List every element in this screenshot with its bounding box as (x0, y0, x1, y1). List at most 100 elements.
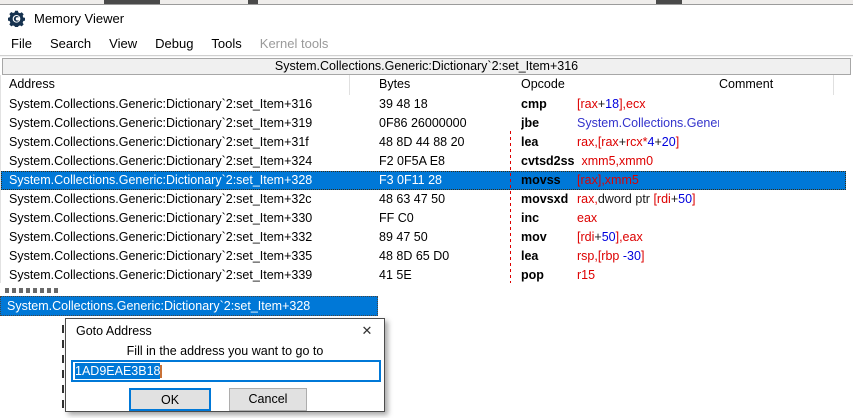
row-address: System.Collections.Generic:Dictionary`2:… (9, 95, 371, 114)
opcode-mnemonic: lea (521, 247, 577, 266)
opcode-mnemonic: movss (521, 171, 577, 190)
row-address: System.Collections.Generic:Dictionary`2:… (9, 114, 371, 133)
row-opcode: inceax (521, 209, 719, 228)
opcode-operand-segment: + (619, 135, 626, 149)
dialog-titlebar[interactable]: Goto Address ✕ (66, 319, 384, 343)
opcode-operand-segment: + (594, 230, 601, 244)
menubar: File Search View Debug Tools Kernel tool… (0, 31, 853, 55)
row-opcode: learsp,[rbp -30] (521, 247, 719, 266)
menu-kernel-tools: Kernel tools (251, 33, 338, 54)
background-row-edge-marks (62, 325, 64, 409)
opcode-operand-segment: [rdi (577, 230, 594, 244)
opcode-operand-segment: 50 (602, 230, 616, 244)
opcode-operand-segment: 20 (662, 135, 676, 149)
ok-button[interactable]: OK (129, 388, 211, 411)
column-opcode[interactable]: Opcode (521, 77, 565, 91)
close-icon[interactable]: ✕ (358, 322, 376, 340)
disasm-rows: System.Collections.Generic:Dictionary`2:… (0, 95, 853, 283)
cheat-engine-gear-icon (8, 10, 25, 27)
opcode-mnemonic: inc (521, 209, 577, 228)
row-bytes: 89 47 50 (379, 228, 514, 247)
opcode-operand-segment: rcx* (626, 135, 648, 149)
opcode-operand-segment: ] (641, 249, 644, 263)
menu-file[interactable]: File (2, 33, 41, 54)
row-opcode: learax,[rax+rcx*4+20] (521, 133, 719, 152)
column-header-row: Address Bytes Opcode Comment (0, 75, 853, 95)
table-row[interactable]: System.Collections.Generic:Dictionary`2:… (1, 133, 846, 152)
opcode-operand-segment: ], (619, 97, 626, 111)
row-address: System.Collections.Generic:Dictionary`2:… (9, 133, 371, 152)
goto-prompt-label: Fill in the address you want to go to (66, 344, 384, 358)
row-opcode: mov[rdi+50],eax (521, 228, 719, 247)
table-row[interactable]: System.Collections.Generic:Dictionary`2:… (1, 171, 846, 190)
opcode-mnemonic: pop (521, 266, 577, 283)
table-row[interactable]: System.Collections.Generic:Dictionary`2:… (1, 190, 846, 209)
opcode-operand-segment: ,xmm5 (601, 173, 639, 187)
opcode-operand-segment: xmm5,xmm0 (582, 154, 654, 168)
opcode-operand-segment: [rdi (653, 192, 670, 206)
row-address: System.Collections.Generic:Dictionary`2:… (9, 209, 371, 228)
opcode-operand-segment: [rax (577, 97, 598, 111)
row-address: System.Collections.Generic:Dictionary`2:… (9, 266, 371, 283)
opcode-mnemonic: mov (521, 228, 577, 247)
table-row[interactable]: System.Collections.Generic:Dictionary`2:… (1, 266, 846, 283)
text-caret (160, 365, 162, 378)
row-opcode: cmp[rax+18],ecx (521, 95, 719, 114)
cancel-button[interactable]: Cancel (229, 388, 307, 411)
current-symbol-header[interactable]: System.Collections.Generic:Dictionary`2:… (2, 58, 851, 75)
opcode-operand-segment: [rax] (577, 173, 601, 187)
opcode-operand-segment: dword ptr (598, 192, 654, 206)
row-bytes: 48 8D 65 D0 (379, 247, 514, 266)
selected-symbol-fragment[interactable]: System.Collections.Generic:Dictionary`2:… (0, 296, 378, 316)
table-row[interactable]: System.Collections.Generic:Dictionary`2:… (1, 247, 846, 266)
opcode-operand-segment: eax (623, 230, 643, 244)
row-bytes: 39 48 18 (379, 95, 514, 114)
opcode-operand-segment: rsp,[rbp (577, 249, 623, 263)
opcode-mnemonic: movsxd (521, 190, 577, 209)
titlebar[interactable]: Memory Viewer (0, 5, 853, 31)
opcode-operand-segment: System.Collections.Gener (577, 116, 719, 130)
opcode-operand-segment: + (654, 135, 661, 149)
row-address: System.Collections.Generic:Dictionary`2:… (9, 171, 371, 190)
opcode-mnemonic: lea (521, 133, 577, 152)
row-address: System.Collections.Generic:Dictionary`2:… (9, 152, 371, 171)
goto-address-dialog: Goto Address ✕ Fill in the address you w… (65, 318, 385, 412)
table-row[interactable]: System.Collections.Generic:Dictionary`2:… (1, 95, 846, 114)
address-input-selected-text: 1AD9EAE3B18 (75, 363, 160, 379)
column-address[interactable]: Address (9, 77, 55, 91)
address-input[interactable]: 1AD9EAE3B18 (71, 360, 381, 382)
column-bytes[interactable]: Bytes (379, 77, 410, 91)
opcode-mnemonic: cmp (521, 95, 577, 114)
clipped-window-fragment (5, 288, 58, 293)
table-row[interactable]: System.Collections.Generic:Dictionary`2:… (1, 209, 846, 228)
menu-tools[interactable]: Tools (202, 33, 250, 54)
opcode-operand-segment: ] (676, 135, 679, 149)
row-address: System.Collections.Generic:Dictionary`2:… (9, 228, 371, 247)
opcode-mnemonic: jbe (521, 114, 577, 133)
column-separator (833, 75, 834, 95)
opcode-operand-segment: 50 (678, 192, 692, 206)
menu-debug[interactable]: Debug (146, 33, 202, 54)
table-row[interactable]: System.Collections.Generic:Dictionary`2:… (1, 152, 846, 171)
table-row[interactable]: System.Collections.Generic:Dictionary`2:… (1, 228, 846, 247)
opcode-operand-segment: ], (616, 230, 623, 244)
row-opcode: movsxdrax,dword ptr [rdi+50] (521, 190, 719, 209)
row-bytes: 48 8D 44 88 20 (379, 133, 514, 152)
row-bytes: 48 63 47 50 (379, 190, 514, 209)
opcode-operand-segment: 18 (605, 97, 619, 111)
opcode-operand-segment: ecx (626, 97, 645, 111)
row-bytes: F3 0F11 28 (379, 171, 514, 190)
window-title: Memory Viewer (34, 11, 124, 26)
opcode-operand-segment: rax,[rax (577, 135, 619, 149)
column-comment[interactable]: Comment (719, 77, 773, 91)
screen: Memory Viewer File Search View Debug Too… (0, 0, 853, 418)
memory-viewer-window: Memory Viewer File Search View Debug Too… (0, 4, 853, 283)
table-row[interactable]: System.Collections.Generic:Dictionary`2:… (1, 114, 846, 133)
menu-search[interactable]: Search (41, 33, 100, 54)
opcode-mnemonic: cvtsd2ss (521, 152, 582, 171)
row-opcode: popr15 (521, 266, 719, 283)
row-bytes: F2 0F5A E8 (379, 152, 514, 171)
opcode-operand-segment: r15 (577, 268, 595, 282)
menu-view[interactable]: View (100, 33, 146, 54)
row-address: System.Collections.Generic:Dictionary`2:… (9, 190, 371, 209)
